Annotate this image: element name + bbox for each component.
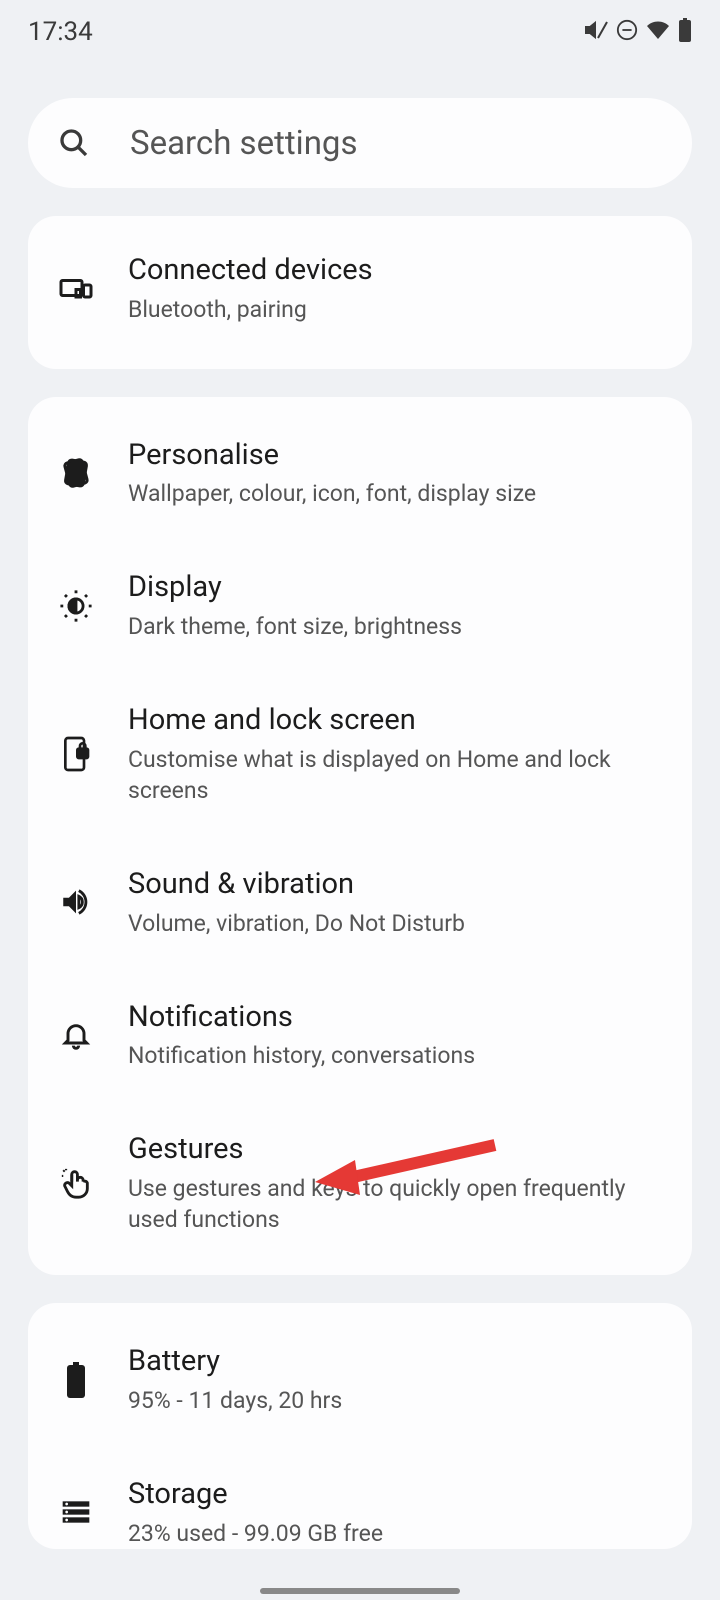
settings-item-home-lock-screen[interactable]: Home and lock screen Customise what is d… <box>28 672 692 836</box>
item-subtitle: Notification history, conversations <box>128 1040 664 1071</box>
item-text: Personalise Wallpaper, colour, icon, fon… <box>128 437 664 510</box>
settings-item-notifications[interactable]: Notifications Notification history, conv… <box>28 969 692 1102</box>
settings-group-2: Personalise Wallpaper, colour, icon, fon… <box>28 397 692 1276</box>
item-subtitle: 23% used - 99.09 GB free <box>128 1518 664 1549</box>
battery-icon <box>678 18 692 46</box>
sound-icon <box>56 885 96 919</box>
item-title: Connected devices <box>128 252 664 290</box>
status-time: 17:34 <box>28 17 93 47</box>
settings-group-1: Connected devices Bluetooth, pairing <box>28 216 692 369</box>
search-icon <box>58 127 90 159</box>
item-text: Notifications Notification history, conv… <box>128 999 664 1072</box>
item-subtitle: 95% - 11 days, 20 hrs <box>128 1385 664 1416</box>
settings-item-storage[interactable]: Storage 23% used - 99.09 GB free <box>28 1446 692 1549</box>
item-title: Storage <box>128 1476 664 1514</box>
gestures-icon <box>56 1166 96 1200</box>
item-title: Battery <box>128 1343 664 1381</box>
battery-item-icon <box>56 1362 96 1398</box>
item-title: Notifications <box>128 999 664 1037</box>
item-title: Home and lock screen <box>128 702 664 740</box>
item-text: Sound & vibration Volume, vibration, Do … <box>128 866 664 939</box>
settings-item-sound-vibration[interactable]: Sound & vibration Volume, vibration, Do … <box>28 836 692 969</box>
item-title: Personalise <box>128 437 664 475</box>
devices-icon <box>56 270 96 306</box>
search-settings[interactable]: Search settings <box>28 98 692 188</box>
personalise-icon <box>56 455 96 491</box>
display-icon <box>56 589 96 623</box>
item-subtitle: Bluetooth, pairing <box>128 294 664 325</box>
dnd-icon <box>616 19 638 45</box>
item-title: Display <box>128 569 664 607</box>
item-subtitle: Dark theme, font size, brightness <box>128 611 664 642</box>
settings-group-3: Battery 95% - 11 days, 20 hrs Storage 23… <box>28 1303 692 1548</box>
notifications-icon <box>56 1019 96 1051</box>
item-text: Home and lock screen Customise what is d… <box>128 702 664 806</box>
item-text: Gestures Use gestures and keys to quickl… <box>128 1131 664 1235</box>
item-subtitle: Customise what is displayed on Home and … <box>128 744 664 806</box>
settings-item-battery[interactable]: Battery 95% - 11 days, 20 hrs <box>28 1303 692 1446</box>
home-lock-icon <box>56 735 96 773</box>
status-bar: 17:34 <box>0 0 720 60</box>
mute-icon <box>584 18 608 46</box>
settings-item-personalise[interactable]: Personalise Wallpaper, colour, icon, fon… <box>28 397 692 540</box>
status-icons <box>584 18 692 46</box>
item-subtitle: Use gestures and keys to quickly open fr… <box>128 1173 664 1235</box>
settings-item-connected-devices[interactable]: Connected devices Bluetooth, pairing <box>28 216 692 369</box>
item-title: Gestures <box>128 1131 664 1169</box>
item-text: Battery 95% - 11 days, 20 hrs <box>128 1343 664 1416</box>
search-placeholder: Search settings <box>130 124 358 163</box>
item-text: Storage 23% used - 99.09 GB free <box>128 1476 664 1549</box>
wifi-icon <box>646 18 670 46</box>
item-text: Display Dark theme, font size, brightnes… <box>128 569 664 642</box>
item-title: Sound & vibration <box>128 866 664 904</box>
item-subtitle: Volume, vibration, Do Not Disturb <box>128 908 664 939</box>
settings-item-gestures[interactable]: Gestures Use gestures and keys to quickl… <box>28 1101 692 1275</box>
settings-item-display[interactable]: Display Dark theme, font size, brightnes… <box>28 539 692 672</box>
item-subtitle: Wallpaper, colour, icon, font, display s… <box>128 478 664 509</box>
storage-icon <box>56 1496 96 1528</box>
item-text: Connected devices Bluetooth, pairing <box>128 252 664 325</box>
navigation-handle[interactable] <box>260 1588 460 1594</box>
